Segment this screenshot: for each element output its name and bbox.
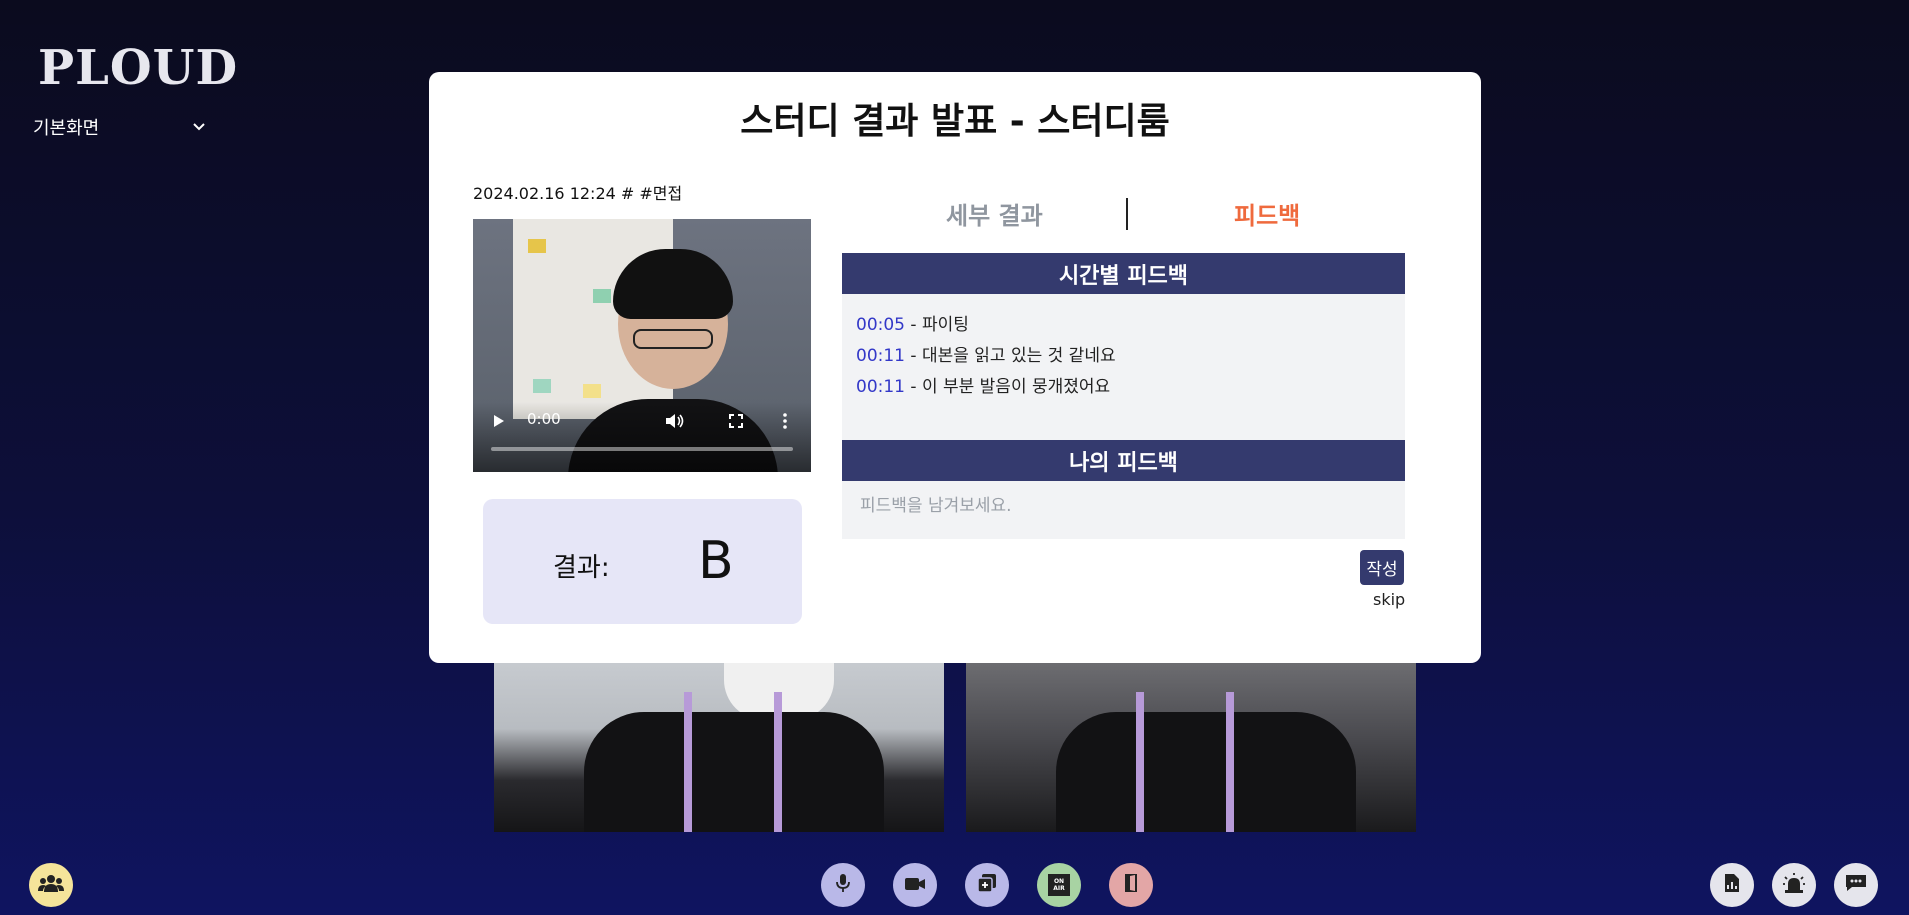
chat-icon bbox=[1844, 873, 1868, 897]
alarm-button[interactable] bbox=[1772, 863, 1816, 907]
report-icon bbox=[1724, 873, 1740, 897]
result-tabs: 세부 결과 피드백 bbox=[842, 196, 1404, 236]
feedback-text: - 대본을 읽고 있는 것 같네요 bbox=[905, 346, 1116, 366]
tab-divider bbox=[1126, 198, 1128, 230]
view-mode-select[interactable]: 기본화면 bbox=[33, 114, 205, 140]
feedback-timestamp-link[interactable]: 00:11 bbox=[856, 346, 905, 366]
share-screen-button[interactable] bbox=[965, 863, 1009, 907]
more-options-icon[interactable] bbox=[783, 413, 787, 429]
feedback-timestamp-link[interactable]: 00:05 bbox=[856, 315, 905, 335]
feedback-text: - 파이팅 bbox=[905, 315, 969, 335]
app-logo: PLOUD bbox=[38, 40, 239, 96]
on-air-icon: ON AIR bbox=[1048, 874, 1070, 896]
submit-feedback-button[interactable]: 작성 bbox=[1360, 550, 1404, 585]
camera-icon bbox=[904, 876, 926, 895]
study-result-modal: 스터디 결과 발표 - 스터디룸 2024.02.16 12:24 # #면접 … bbox=[429, 72, 1481, 663]
feedback-timestamp-link[interactable]: 00:11 bbox=[856, 377, 905, 397]
result-label: 결과: bbox=[553, 553, 610, 583]
camera-button[interactable] bbox=[893, 863, 937, 907]
share-screen-icon bbox=[977, 873, 997, 897]
exit-button[interactable] bbox=[1109, 863, 1153, 907]
chevron-down-icon bbox=[193, 119, 205, 135]
my-feedback-input[interactable] bbox=[842, 481, 1405, 539]
lanyard bbox=[1136, 692, 1144, 832]
list-item: 00:11 - 대본을 읽고 있는 것 같네요 bbox=[856, 341, 1391, 372]
participant-body bbox=[584, 712, 884, 832]
modal-title: 스터디 결과 발표 - 스터디룸 bbox=[740, 101, 1170, 142]
on-air-button[interactable]: ON AIR bbox=[1037, 863, 1081, 907]
mic-button[interactable] bbox=[821, 863, 865, 907]
participant-video-tile bbox=[966, 660, 1416, 832]
report-button[interactable] bbox=[1710, 863, 1754, 907]
video-progress-bar[interactable] bbox=[491, 447, 793, 451]
sticky-note bbox=[593, 289, 611, 303]
chat-button[interactable] bbox=[1834, 863, 1878, 907]
lanyard bbox=[1226, 692, 1234, 832]
video-controls bbox=[473, 402, 811, 472]
lanyard bbox=[774, 692, 782, 832]
list-item: 00:05 - 파이팅 bbox=[856, 310, 1391, 341]
video-time: 0:00 bbox=[527, 410, 561, 428]
my-feedback-header: 나의 피드백 bbox=[842, 440, 1405, 481]
timed-feedback-list: 00:05 - 파이팅 00:11 - 대본을 읽고 있는 것 같네요 00:1… bbox=[842, 294, 1405, 440]
result-card: 결과: B bbox=[483, 499, 802, 624]
volume-icon[interactable] bbox=[665, 413, 685, 429]
skip-link[interactable]: skip bbox=[1373, 590, 1405, 609]
sticky-note bbox=[583, 384, 601, 398]
sticky-note bbox=[533, 379, 551, 393]
participants-button[interactable] bbox=[29, 863, 73, 907]
list-item: 00:11 - 이 부분 발음이 뭉개졌어요 bbox=[856, 372, 1391, 403]
recording-video-player[interactable]: 0:00 bbox=[473, 219, 811, 472]
mic-icon bbox=[836, 873, 850, 897]
tab-feedback[interactable]: 피드백 bbox=[1234, 196, 1300, 231]
people-icon bbox=[38, 873, 64, 897]
recording-meta: 2024.02.16 12:24 # #면접 bbox=[473, 184, 683, 203]
lanyard bbox=[684, 692, 692, 832]
sticky-note bbox=[528, 239, 546, 253]
timed-feedback-header: 시간별 피드백 bbox=[842, 253, 1405, 294]
participant-body bbox=[1056, 712, 1356, 832]
play-icon[interactable] bbox=[493, 414, 505, 428]
feedback-text: - 이 부분 발음이 뭉개졌어요 bbox=[905, 377, 1111, 397]
view-mode-value: 기본화면 bbox=[33, 118, 100, 139]
fullscreen-icon[interactable] bbox=[729, 414, 743, 428]
tab-detail-results[interactable]: 세부 결과 bbox=[946, 196, 1043, 231]
exit-door-icon bbox=[1123, 873, 1139, 897]
participant-video-tile bbox=[494, 660, 944, 832]
result-grade: B bbox=[698, 531, 734, 591]
presenter-glasses bbox=[633, 329, 713, 349]
alarm-icon bbox=[1782, 872, 1806, 898]
